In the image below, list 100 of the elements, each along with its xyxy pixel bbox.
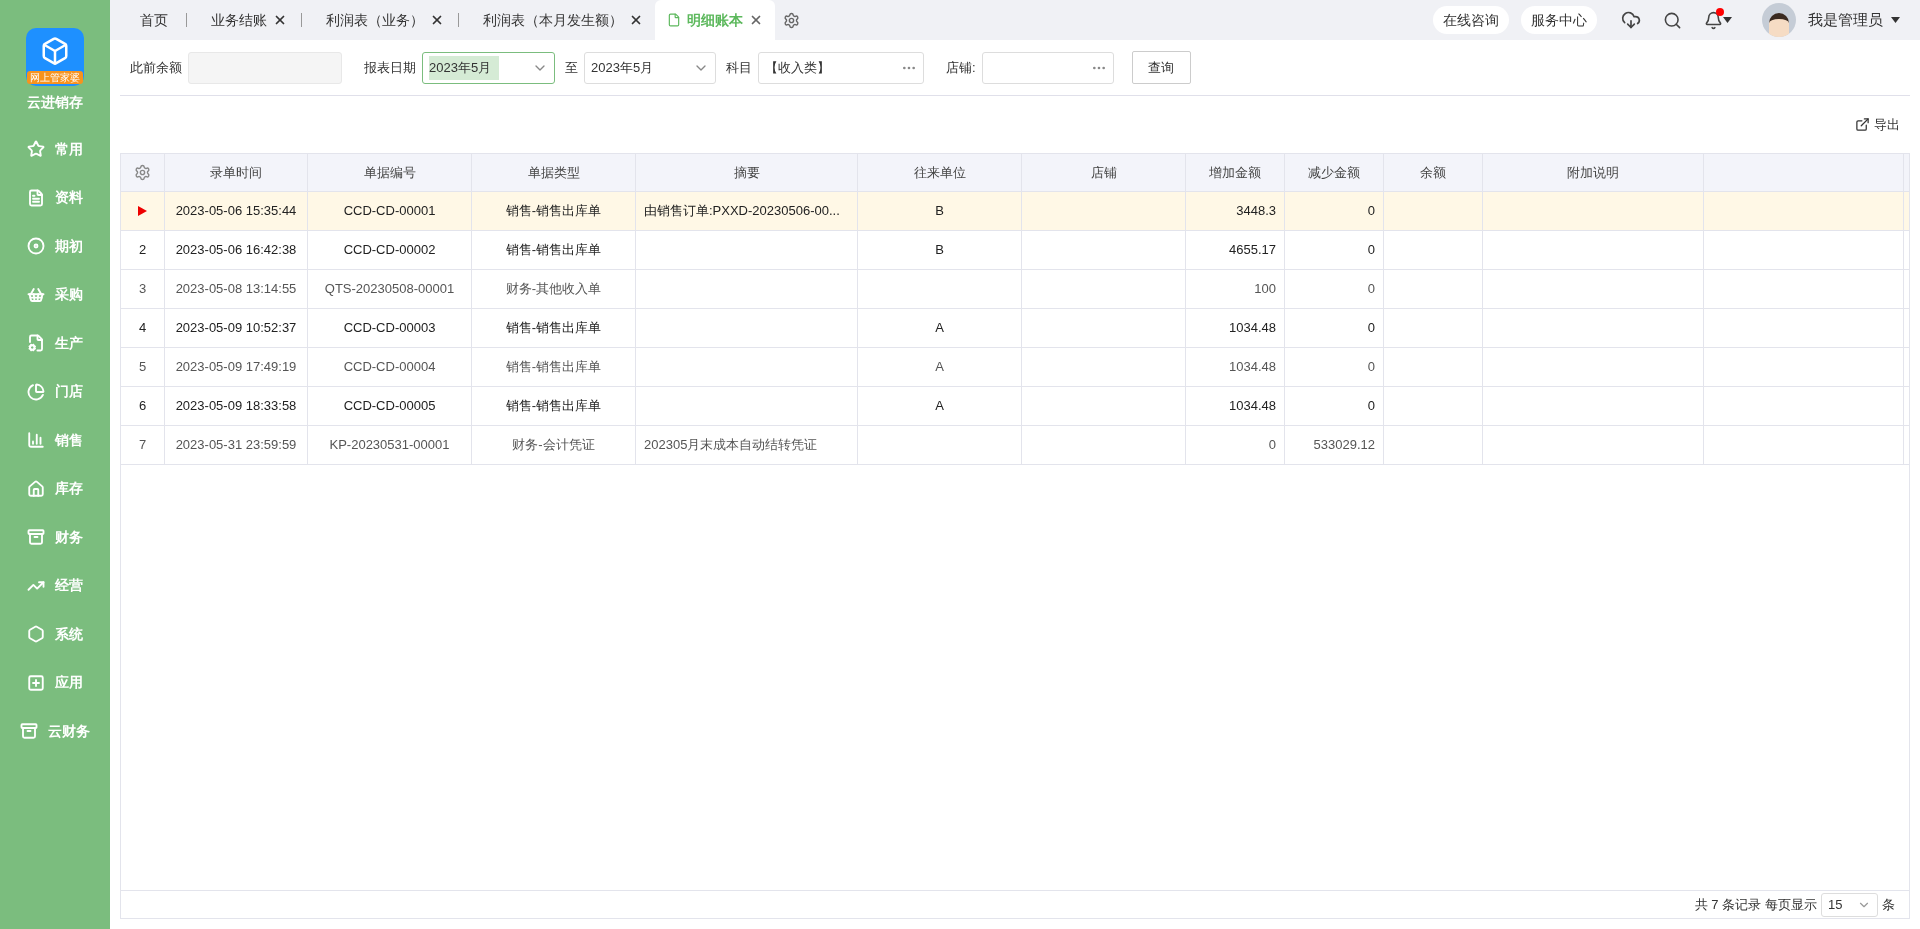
table-cell-text: 销售-销售出库单 xyxy=(505,397,602,416)
query-button[interactable]: 查询 xyxy=(1131,51,1191,84)
table-cell-text: 1034.48 xyxy=(1229,397,1277,416)
table-cell-text: 销售-销售出库单 xyxy=(505,319,602,338)
table-cell-text: 0 xyxy=(1367,241,1376,260)
table-row[interactable]: 2023-05-06 15:35:44 CCD-CD-00001 销售-销售出库单 由销售订单:PXXD-20230506-00... B 3448.3 0 xyxy=(121,192,1909,231)
row-number: 4 xyxy=(138,319,147,338)
table-cell-text: 2023-05-09 18:33:58 xyxy=(175,397,297,416)
table-cell-text: 2023-05-31 23:59:59 xyxy=(175,436,297,455)
table-row[interactable]: 7 2023-05-31 23:59:59 KP-20230531-00001 财务-会计凭证 202305月末成本自动结转凭证 0 533029.12 xyxy=(121,426,1909,465)
close-icon[interactable] xyxy=(749,13,763,27)
table-cell-text: A xyxy=(935,397,944,416)
date-from-select[interactable]: 2023年5月 xyxy=(422,51,555,84)
column-header: 店铺 xyxy=(1022,154,1186,191)
table-cell-text: 0 xyxy=(1367,319,1376,338)
search-icon[interactable] xyxy=(1663,10,1682,30)
table-cell-text: 2023-05-08 13:14:55 xyxy=(175,280,297,299)
header-link-button[interactable]: 在线咨询 xyxy=(1433,6,1509,34)
table-cell-text: 销售-销售出库单 xyxy=(505,358,602,377)
column-settings-icon[interactable] xyxy=(134,164,151,181)
table-cell-text: CCD-CD-00005 xyxy=(343,397,436,416)
page-size-label: 每页显示 xyxy=(1765,895,1817,914)
table-cell-text: A xyxy=(935,358,944,377)
column-header: 摘要 xyxy=(636,154,858,191)
page-size-select[interactable]: 15 xyxy=(1821,892,1878,917)
table-cell-text: KP-20230531-00001 xyxy=(329,436,450,455)
table-cell-text: 1034.48 xyxy=(1229,319,1277,338)
table-cell-text: CCD-CD-00003 xyxy=(343,319,436,338)
table-cell-text: B xyxy=(935,202,944,221)
menu-icon xyxy=(27,334,45,353)
table-cell-text: 202305月末成本自动结转凭证 xyxy=(643,436,818,455)
table-cell-text: 533029.12 xyxy=(1313,436,1376,455)
field-label: 报表日期 xyxy=(364,58,416,77)
menu-icon xyxy=(27,188,45,207)
table-row[interactable]: 4 2023-05-09 10:52:37 CCD-CD-00003 销售-销售出库单 A 1034.48 0 xyxy=(121,309,1909,348)
table-cell-text: 2023-05-06 15:35:44 xyxy=(175,202,297,221)
user-menu[interactable]: 我是管理员 xyxy=(1808,8,1900,32)
menu-icon xyxy=(27,431,45,450)
notification-button[interactable] xyxy=(1704,10,1732,30)
table-cell-text: 0 xyxy=(1268,436,1277,455)
table-cell-text: 0 xyxy=(1367,358,1376,377)
table-cell-text: 销售-销售出库单 xyxy=(505,241,602,260)
record-count: 共 7 条记录 xyxy=(1694,895,1761,914)
export-button[interactable]: 导出 xyxy=(1855,114,1900,135)
column-header: 减少金额 xyxy=(1285,154,1384,191)
table-cell-text: 财务-其他收入单 xyxy=(505,280,602,299)
export-icon xyxy=(1855,117,1870,132)
menu-icon xyxy=(27,479,45,498)
field-label: 此前余额 xyxy=(130,58,182,77)
table-row[interactable]: 3 2023-05-08 13:14:55 QTS-20230508-00001 财务-其他收入单 100 0 xyxy=(121,270,1909,309)
column-header: 录单时间 xyxy=(165,154,308,191)
field-label: 科目 xyxy=(726,58,752,77)
row-number: 5 xyxy=(138,358,147,377)
current-row-icon xyxy=(138,206,147,216)
menu-icon xyxy=(27,673,45,692)
table-cell-text: CCD-CD-00002 xyxy=(343,241,436,260)
tab[interactable]: 首页 xyxy=(124,0,199,40)
table-cell-text: 1034.48 xyxy=(1229,358,1277,377)
subject-field[interactable]: 【收入类】 xyxy=(758,51,924,84)
tab[interactable]: 利润表（业务） xyxy=(314,0,471,40)
avatar[interactable] xyxy=(1762,3,1796,37)
cloud-download-icon[interactable] xyxy=(1621,10,1641,30)
page-size-unit: 条 xyxy=(1882,895,1895,914)
table-row[interactable]: 6 2023-05-09 18:33:58 CCD-CD-00005 销售-销售出库单 A 1034.48 0 xyxy=(121,387,1909,426)
table-cell-text: CCD-CD-00001 xyxy=(343,202,436,221)
settings-icon[interactable] xyxy=(783,11,800,29)
caret-icon xyxy=(1723,17,1732,23)
tab[interactable]: 利润表（本月发生额） xyxy=(471,0,655,40)
tab[interactable]: 业务结账 xyxy=(199,0,314,40)
table-cell-text: 0 xyxy=(1367,202,1376,221)
table-cell-text: B xyxy=(935,241,944,260)
table-cell-text: 0 xyxy=(1367,397,1376,416)
close-icon[interactable] xyxy=(430,13,444,27)
menu-icon xyxy=(27,625,45,644)
row-number: 2 xyxy=(138,241,147,260)
document-icon xyxy=(667,13,681,27)
table-cell-text: 销售-销售出库单 xyxy=(505,202,602,221)
close-icon[interactable] xyxy=(273,13,287,27)
table-cell-text: A xyxy=(935,319,944,338)
table-cell-text: 财务-会计凭证 xyxy=(512,436,595,455)
table-cell-text: CCD-CD-00004 xyxy=(343,358,436,377)
menu-icon xyxy=(27,285,45,304)
menu-icon xyxy=(27,382,45,401)
date-to-select[interactable]: 2023年5月 xyxy=(584,51,716,84)
column-header: 增加金额 xyxy=(1186,154,1285,191)
table-cell-text: 3448.3 xyxy=(1236,202,1277,221)
table-row[interactable]: 5 2023-05-09 17:49:19 CCD-CD-00004 销售-销售出库单 A 1034.48 0 xyxy=(121,348,1909,387)
row-number: 7 xyxy=(138,436,147,455)
table-cell-text: 2023-05-09 10:52:37 xyxy=(175,319,297,338)
menu-icon xyxy=(27,528,45,547)
store-field[interactable] xyxy=(981,51,1114,84)
column-header: 单据类型 xyxy=(472,154,636,191)
table-row[interactable]: 2 2023-05-06 16:42:38 CCD-CD-00002 销售-销售出库单 B 4655.17 0 xyxy=(121,231,1909,270)
menu-icon xyxy=(27,237,45,256)
close-icon[interactable] xyxy=(629,13,643,27)
header-link-button[interactable]: 服务中心 xyxy=(1521,6,1597,34)
menu-icon xyxy=(20,722,38,741)
menu-icon xyxy=(27,140,45,159)
table-cell-text: 100 xyxy=(1254,280,1277,299)
logo-badge: 网上管家婆 xyxy=(27,71,83,84)
